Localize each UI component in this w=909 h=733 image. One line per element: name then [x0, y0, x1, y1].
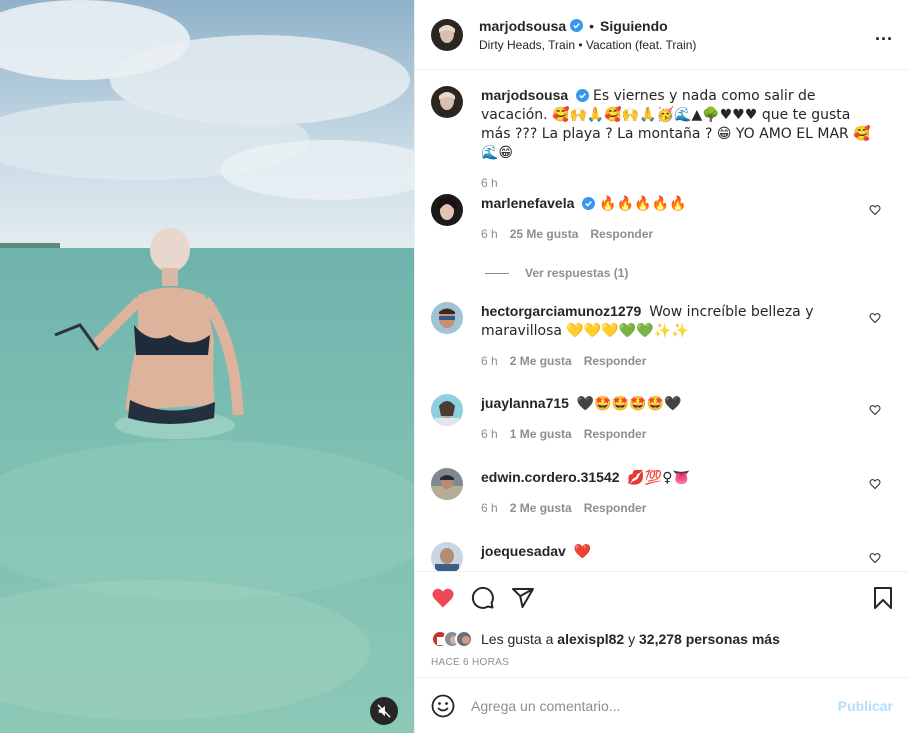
commenter-username[interactable]: juaylanna715	[481, 395, 569, 411]
commenter-username[interactable]: marlenefavela	[481, 195, 574, 211]
beach-video-frame	[0, 0, 414, 733]
comment-item: juaylanna715 🖤🤩🤩🤩🤩🖤 6 h 1 Me gusta Respo…	[431, 394, 891, 441]
caption-username[interactable]: marjodsousa	[481, 87, 568, 103]
liker-username[interactable]: alexispl82	[557, 631, 624, 647]
commenter-username[interactable]: joequesadav	[481, 543, 566, 559]
author-avatar[interactable]	[431, 86, 463, 118]
commenter-avatar[interactable]	[431, 542, 463, 571]
caption-time: 6 h	[481, 176, 498, 190]
verified-icon	[576, 89, 590, 102]
view-replies-link[interactable]: Ver respuestas (1)	[485, 266, 628, 280]
post-caption: marjodsousa Es viernes y nada como salir…	[431, 86, 871, 190]
reply-button[interactable]: Responder	[590, 227, 653, 241]
comment-time: 6 h	[481, 427, 498, 441]
share-icon[interactable]	[511, 586, 535, 610]
post-sidebar: marjodsousa • Siguiendo Dirty Heads, Tra…	[414, 0, 909, 733]
post-video[interactable]	[0, 0, 414, 733]
likes-count[interactable]: 32,278 personas más	[639, 631, 780, 647]
comment-text: 🖤🤩🤩🤩🤩🖤	[576, 396, 682, 412]
comment-item: marlenefavela 🔥🔥🔥🔥🔥 6 h 25 Me gusta Resp…	[431, 194, 891, 241]
mute-toggle-button[interactable]	[370, 697, 398, 725]
like-comment-heart-icon[interactable]	[869, 204, 881, 216]
comment-item: edwin.cordero.31542 💋💯♀👅 6 h 2 Me gusta …	[431, 468, 891, 515]
emoji-icon[interactable]	[431, 694, 455, 718]
verified-icon	[570, 19, 584, 32]
like-comment-heart-icon[interactable]	[869, 552, 881, 564]
commenter-avatar[interactable]	[431, 194, 463, 226]
comments-list[interactable]: marjodsousa Es viernes y nada como salir…	[415, 70, 909, 571]
reply-button[interactable]: Responder	[584, 501, 647, 515]
likes-summary[interactable]: Les gusta a alexispl82 y 32,278 personas…	[415, 625, 909, 653]
audio-track-link[interactable]: Dirty Heads, Train • Vacation (feat. Tra…	[479, 38, 696, 52]
author-avatar[interactable]	[431, 18, 463, 51]
like-comment-heart-icon[interactable]	[869, 312, 881, 324]
mute-icon	[377, 704, 391, 718]
comment-text: 🔥🔥🔥🔥🔥	[599, 196, 687, 212]
reply-button[interactable]: Responder	[584, 354, 647, 368]
comment-likes[interactable]: 25 Me gusta	[510, 227, 579, 241]
post-actions-bar	[415, 571, 909, 625]
heart-filled-icon[interactable]	[431, 586, 455, 610]
comment-icon[interactable]	[471, 586, 495, 610]
following-button[interactable]: Siguiendo	[600, 18, 668, 34]
view-replies-label: Ver respuestas (1)	[525, 266, 629, 280]
likes-prefix: Les gusta a	[481, 631, 554, 647]
add-comment-bar: Publicar	[415, 677, 909, 733]
separator-dot: •	[589, 17, 595, 34]
post-dialog: marjodsousa • Siguiendo Dirty Heads, Tra…	[0, 0, 909, 733]
comment-likes[interactable]: 1 Me gusta	[510, 427, 572, 441]
more-options-icon[interactable]: ...	[875, 24, 893, 45]
comment-input[interactable]	[471, 697, 838, 714]
comment-text: 💋💯♀👅	[627, 470, 690, 486]
comment-time: 6 h	[481, 227, 498, 241]
verified-icon	[582, 197, 596, 210]
like-comment-heart-icon[interactable]	[869, 478, 881, 490]
comment-likes[interactable]: 2 Me gusta	[510, 354, 572, 368]
likes-middle: y	[628, 631, 636, 647]
liker-avatar	[455, 630, 473, 648]
author-username[interactable]: marjodsousa	[479, 18, 566, 34]
commenter-avatar[interactable]	[431, 468, 463, 500]
post-timestamp[interactable]: HACE 6 HORAS	[415, 653, 909, 677]
reply-button[interactable]: Responder	[584, 427, 647, 441]
comment-text: ❤️	[573, 544, 592, 560]
like-comment-heart-icon[interactable]	[869, 404, 881, 416]
commenter-username[interactable]: hectorgarciamunoz1279	[481, 303, 641, 319]
comment-time: 6 h	[481, 501, 498, 515]
commenter-avatar[interactable]	[431, 394, 463, 426]
comment-item: hectorgarciamunoz1279 Wow increíble bell…	[431, 302, 891, 368]
comment-time: 6 h	[481, 354, 498, 368]
bookmark-icon[interactable]	[871, 586, 895, 610]
commenter-username[interactable]: edwin.cordero.31542	[481, 469, 620, 485]
comment-item: joequesadav ❤️	[431, 542, 891, 571]
post-header: marjodsousa • Siguiendo Dirty Heads, Tra…	[415, 0, 909, 70]
replies-divider	[485, 272, 509, 274]
commenter-avatar[interactable]	[431, 302, 463, 334]
publish-button[interactable]: Publicar	[838, 698, 893, 714]
comment-likes[interactable]: 2 Me gusta	[510, 501, 572, 515]
